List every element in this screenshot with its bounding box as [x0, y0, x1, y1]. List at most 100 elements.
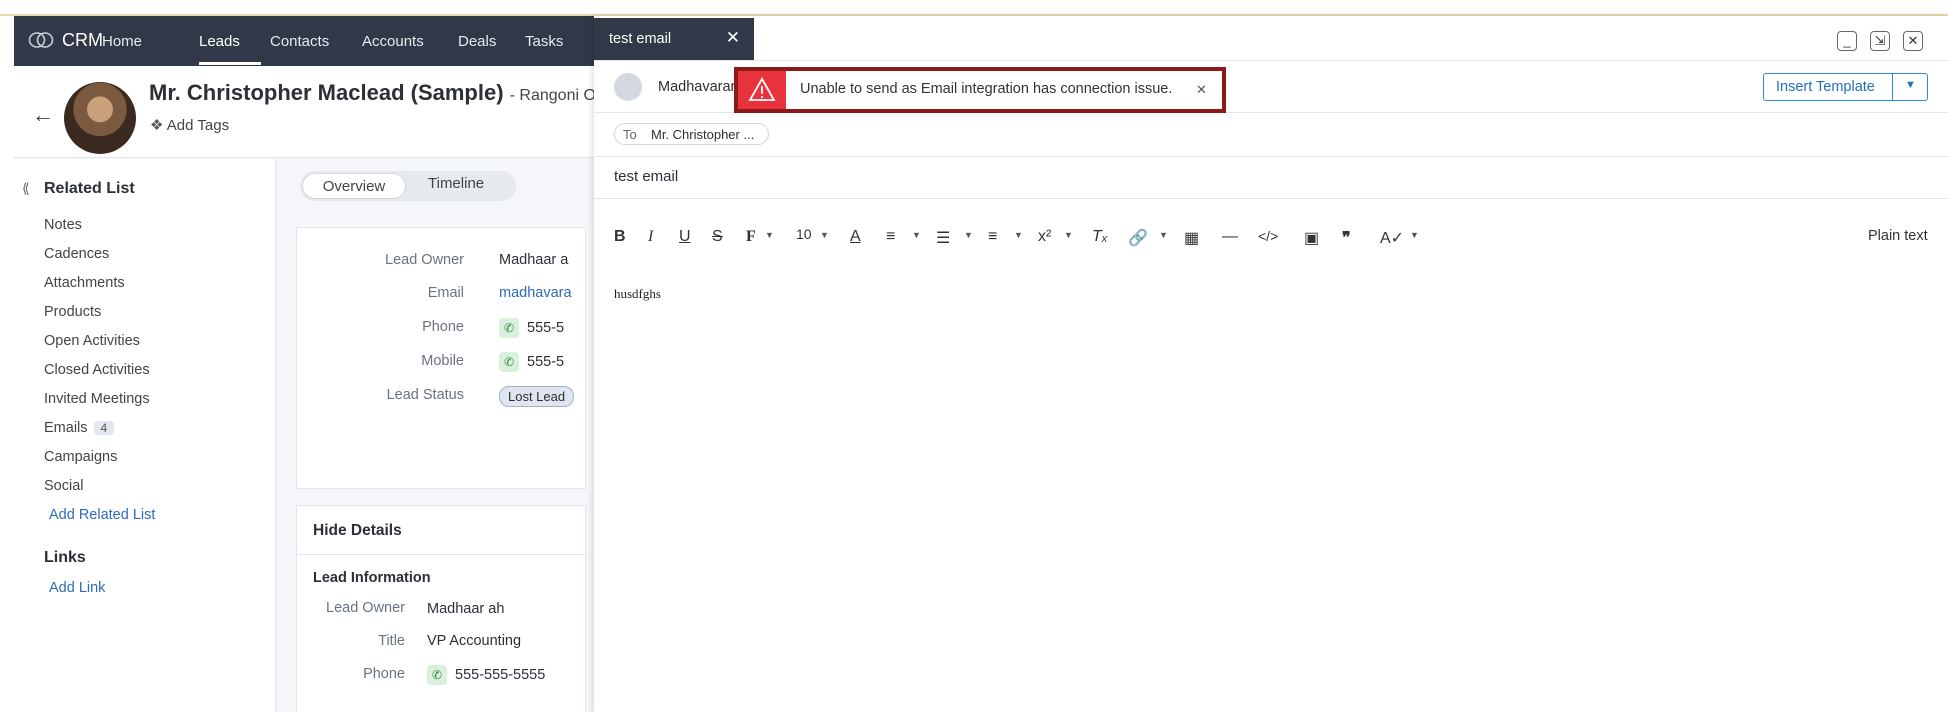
insert-template-label: Insert Template [1776, 79, 1875, 95]
chevron-down-icon[interactable]: ▼ [1064, 230, 1073, 240]
link-icon[interactable]: 🔗 [1128, 228, 1148, 248]
italic-icon[interactable]: I [648, 228, 653, 246]
from-address[interactable]: Madhavaran [658, 79, 739, 95]
brand-name[interactable]: CRM [62, 30, 103, 51]
add-tags[interactable]: ❖ Add Tags [150, 116, 229, 134]
detail-phone-number: 555-555-5555 [455, 667, 546, 683]
image-icon[interactable]: ▣ [1304, 228, 1319, 248]
chevron-down-icon[interactable]: ▼ [765, 230, 774, 240]
top-nav: CRM Home Leads Contacts Accounts Deals T… [14, 16, 594, 66]
close-tab-icon[interactable]: ✕ [726, 28, 740, 48]
insert-template-button[interactable]: Insert Template ▼ [1763, 73, 1928, 101]
nav-leads[interactable]: Leads [199, 33, 240, 50]
lead-status-badge[interactable]: Lost Lead [499, 386, 575, 407]
error-message: Unable to send as Email integration has … [800, 81, 1173, 97]
chevron-down-icon[interactable]: ▼ [912, 230, 921, 240]
nav-contacts[interactable]: Contacts [270, 33, 329, 50]
sidebar-item-social[interactable]: Social [44, 478, 84, 494]
clear-format-icon[interactable]: Tₓ [1092, 228, 1108, 246]
composer-tab[interactable]: test email ✕ [594, 18, 754, 60]
font-size-value[interactable]: 10 [796, 226, 812, 242]
nav-accounts[interactable]: Accounts [362, 33, 424, 50]
sidebar-item-products[interactable]: Products [44, 304, 101, 320]
indent-icon[interactable]: ≡ [988, 228, 997, 246]
nav-active-indicator [199, 62, 261, 65]
plain-text-toggle[interactable]: Plain text [1868, 228, 1928, 244]
text-color-icon[interactable]: A [850, 228, 861, 246]
lead-owner-label: Lead Owner [385, 252, 464, 268]
email-value[interactable]: madhavara [499, 285, 572, 301]
lead-summary-card: Lead Owner Madhaar a Email madhavara Pho… [296, 227, 586, 489]
detail-phone-value[interactable]: ✆ 555-555-5555 [427, 665, 545, 685]
chevron-down-icon[interactable]: ▼ [1905, 79, 1916, 91]
detail-owner-value[interactable]: Madhaar ah [427, 601, 504, 617]
add-tags-label: Add Tags [166, 117, 230, 134]
collapse-sidebar-icon[interactable]: ⟪ [22, 180, 30, 197]
nav-home[interactable]: Home [102, 33, 142, 50]
sidebar-item-cadences[interactable]: Cadences [44, 246, 109, 262]
sidebar-item-closed-activities[interactable]: Closed Activities [44, 362, 150, 378]
subject-field[interactable]: test email [614, 168, 678, 185]
numbered-list-icon[interactable]: ☰ [936, 228, 950, 248]
links-title: Links [44, 549, 86, 566]
sidebar-item-notes[interactable]: Notes [44, 217, 82, 233]
tab-timeline[interactable]: Timeline [428, 175, 484, 192]
divider [594, 60, 1948, 61]
mobile-value[interactable]: ✆ 555-5 [499, 352, 564, 372]
warning-triangle-icon [748, 77, 776, 101]
divider [594, 198, 1948, 199]
strikethrough-icon[interactable]: S [712, 228, 723, 246]
sidebar-item-campaigns[interactable]: Campaigns [44, 449, 117, 465]
back-arrow-icon[interactable]: ← [32, 102, 54, 128]
tab-overview[interactable]: Overview [302, 173, 406, 199]
detail-title-value[interactable]: VP Accounting [427, 633, 521, 649]
composer-tab-title: test email [609, 31, 672, 47]
detail-phone-label: Phone [363, 666, 405, 682]
lead-owner-value[interactable]: Madhaar a [499, 252, 568, 268]
underline-icon[interactable]: U [679, 228, 691, 246]
to-recipient-chip[interactable]: To Mr. Christopher ... [614, 123, 769, 145]
close-icon[interactable]: ✕ [1196, 82, 1207, 98]
email-body-editor[interactable]: husdfghs [594, 260, 1948, 712]
email-composer: test email ✕ _ ⇲ ✕ Madhavaran Insert Tem… [594, 16, 1948, 712]
bold-icon[interactable]: B [614, 228, 626, 246]
emails-count-badge: 4 [93, 421, 115, 435]
minimize-icon[interactable]: _ [1837, 31, 1857, 51]
quote-icon[interactable]: ❞ [1342, 228, 1351, 248]
warning-icon [738, 71, 786, 109]
phone-value[interactable]: ✆ 555-5 [499, 318, 564, 338]
restore-icon[interactable]: ⇲ [1870, 31, 1890, 51]
horizontal-rule-icon[interactable]: — [1222, 228, 1238, 246]
table-icon[interactable]: ▦ [1184, 228, 1199, 248]
button-separator [1892, 74, 1893, 100]
add-link[interactable]: Add Link [49, 580, 105, 596]
font-family-icon[interactable]: F [746, 228, 756, 246]
sidebar-item-emails[interactable]: Emails 4 [44, 420, 115, 436]
chevron-down-icon[interactable]: ▼ [1410, 230, 1419, 240]
superscript-icon[interactable]: x² [1038, 228, 1051, 246]
chevron-down-icon[interactable]: ▼ [820, 230, 829, 240]
add-related-list-link[interactable]: Add Related List [49, 507, 155, 523]
mobile-label: Mobile [421, 353, 464, 369]
chevron-down-icon[interactable]: ▼ [1014, 230, 1023, 240]
chevron-down-icon[interactable]: ▼ [964, 230, 973, 240]
code-icon[interactable]: </> [1258, 228, 1278, 244]
nav-deals[interactable]: Deals [458, 33, 496, 50]
email-body-text: husdfghs [614, 286, 661, 301]
error-toast: Unable to send as Email integration has … [734, 67, 1226, 113]
chevron-down-icon[interactable]: ▼ [1159, 230, 1168, 240]
sidebar-item-invited-meetings[interactable]: Invited Meetings [44, 391, 150, 407]
nav-tasks[interactable]: Tasks [525, 33, 563, 50]
to-recipient: Mr. Christopher ... [651, 127, 755, 142]
sidebar-item-attachments[interactable]: Attachments [44, 275, 125, 291]
hide-details-toggle[interactable]: Hide Details [313, 522, 402, 540]
sidebar-item-open-activities[interactable]: Open Activities [44, 333, 140, 349]
lead-main: Overview Timeline Lead Owner Madhaar a E… [276, 159, 594, 712]
lead-company[interactable]: - Rangoni Of Flo [510, 87, 594, 104]
align-icon[interactable]: ≡ [886, 228, 895, 246]
spellcheck-icon[interactable]: A✓ [1380, 228, 1404, 248]
related-list-sidebar: ⟪ Related List Notes Cadences Attachment… [14, 159, 276, 712]
close-icon[interactable]: ✕ [1903, 31, 1923, 51]
sender-avatar [614, 73, 642, 101]
editor-toolbar: B I U S F ▼ 10 ▼ A ≡ ▼ ☰ ▼ ≡ ▼ x² ▼ Tₓ 🔗… [594, 216, 1948, 260]
